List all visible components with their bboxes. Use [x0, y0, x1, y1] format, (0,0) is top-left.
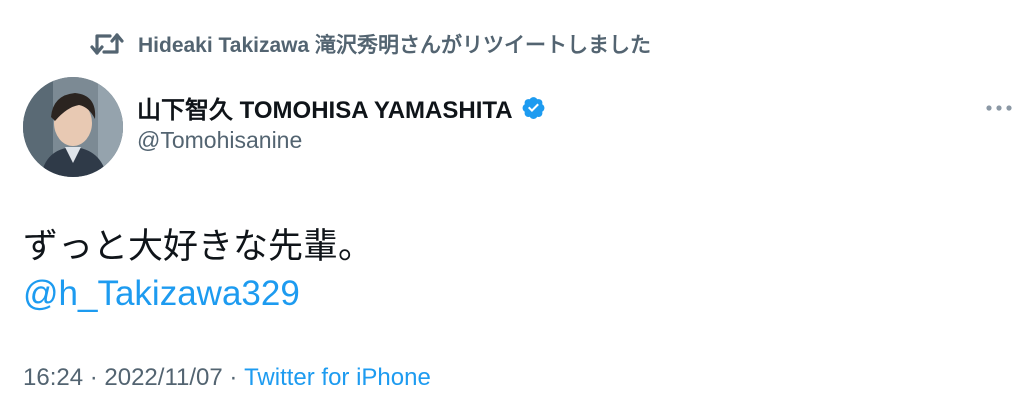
tweet-card[interactable]: Hideaki Takizawa 滝沢秀明さんがリツイートしました 山下智久 T… — [0, 0, 1024, 411]
mention-link[interactable]: @h_Takizawa329 — [23, 274, 300, 314]
tweet-date[interactable]: 2022/11/07 — [104, 364, 222, 392]
retweet-icon — [90, 31, 124, 57]
tweet-time[interactable]: 16:24 — [23, 364, 83, 392]
tweet-meta: 16:24 · 2022/11/07 · Twitter for iPhone — [23, 364, 431, 392]
tweet-source-link[interactable]: Twitter for iPhone — [244, 364, 431, 392]
author-handle[interactable]: @Tomohisanine — [137, 127, 302, 154]
retweet-text: Hideaki Takizawa 滝沢秀明さんがリツイートしました — [138, 34, 652, 57]
tweet-text: ずっと大好きな先輩。 — [23, 227, 374, 267]
author-name-row[interactable]: 山下智久 TOMOHISA YAMASHITA — [137, 90, 546, 125]
retweet-context[interactable]: Hideaki Takizawa 滝沢秀明さんがリツイートしました — [90, 28, 651, 60]
meta-separator: · — [83, 364, 105, 391]
verified-badge-icon — [521, 95, 546, 120]
display-name[interactable]: 山下智久 TOMOHISA YAMASHITA — [137, 90, 513, 125]
more-options-icon[interactable] — [984, 101, 1014, 115]
meta-separator: · — [222, 364, 245, 391]
avatar[interactable] — [23, 77, 123, 177]
